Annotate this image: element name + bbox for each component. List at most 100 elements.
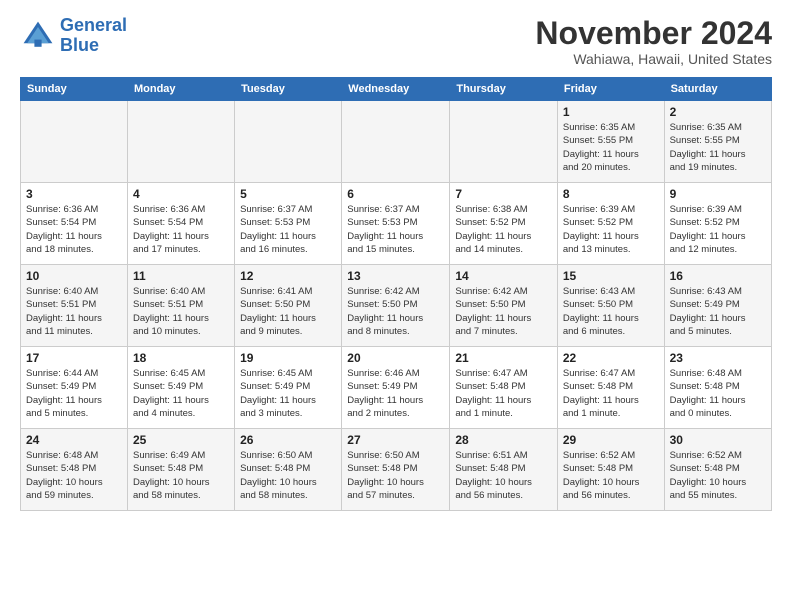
table-row: 7 Sunrise: 6:38 AM Sunset: 5:52 PM Daylig… — [450, 183, 558, 265]
logo: General Blue — [20, 16, 127, 56]
day-info: Sunrise: 6:50 AM Sunset: 5:48 PM Dayligh… — [240, 449, 336, 502]
table-row: 30 Sunrise: 6:52 AM Sunset: 5:48 PM Dayli… — [664, 429, 771, 511]
day-number: 27 — [347, 433, 444, 447]
day-number: 9 — [670, 187, 766, 201]
day-number: 15 — [563, 269, 659, 283]
day-number: 23 — [670, 351, 766, 365]
day-number: 2 — [670, 105, 766, 119]
day-number: 14 — [455, 269, 552, 283]
table-row: 22Sunrise: 6:47 AM Sunset: 5:48 PM Dayli… — [557, 347, 664, 429]
table-row: 19 Sunrise: 6:45 AM Sunset: 5:49 PM Dayli… — [235, 347, 342, 429]
table-row: 14 Sunrise: 6:42 AM Sunset: 5:50 PM Dayli… — [450, 265, 558, 347]
day-number: 16 — [670, 269, 766, 283]
day-info: Sunrise: 6:52 AM Sunset: 5:48 PM Dayligh… — [670, 449, 766, 502]
table-row: 17 Sunrise: 6:44 AM Sunset: 5:49 PM Dayli… — [21, 347, 128, 429]
col-saturday: Saturday — [664, 78, 771, 101]
calendar-week-row: 10 Sunrise: 6:40 AM Sunset: 5:51 PM Dayli… — [21, 265, 772, 347]
day-number: 20 — [347, 351, 444, 365]
day-number: 4 — [133, 187, 229, 201]
day-number: 5 — [240, 187, 336, 201]
table-row: 29 Sunrise: 6:52 AM Sunset: 5:48 PM Dayli… — [557, 429, 664, 511]
day-number: 8 — [563, 187, 659, 201]
table-row: 11 Sunrise: 6:40 AM Sunset: 5:51 PM Dayli… — [127, 265, 234, 347]
page: General Blue November 2024 Wahiawa, Hawa… — [0, 0, 792, 521]
day-number: 3 — [26, 187, 122, 201]
calendar-week-row: 17 Sunrise: 6:44 AM Sunset: 5:49 PM Dayli… — [21, 347, 772, 429]
day-info: Sunrise: 6:42 AM Sunset: 5:50 PM Dayligh… — [455, 285, 552, 338]
day-info: Sunrise: 6:36 AM Sunset: 5:54 PM Dayligh… — [26, 203, 122, 256]
day-info: Sunrise: 6:48 AM Sunset: 5:48 PM Dayligh… — [26, 449, 122, 502]
table-row — [235, 101, 342, 183]
table-row: 15 Sunrise: 6:43 AM Sunset: 5:50 PM Dayli… — [557, 265, 664, 347]
day-info: Sunrise: 6:39 AM Sunset: 5:52 PM Dayligh… — [670, 203, 766, 256]
day-number: 30 — [670, 433, 766, 447]
table-row — [342, 101, 450, 183]
col-tuesday: Tuesday — [235, 78, 342, 101]
table-row: 13Sunrise: 6:42 AM Sunset: 5:50 PM Dayli… — [342, 265, 450, 347]
location-subtitle: Wahiawa, Hawaii, United States — [535, 51, 772, 67]
day-number: 6 — [347, 187, 444, 201]
day-number: 29 — [563, 433, 659, 447]
day-info: Sunrise: 6:41 AM Sunset: 5:50 PM Dayligh… — [240, 285, 336, 338]
day-info: Sunrise: 6:36 AM Sunset: 5:54 PM Dayligh… — [133, 203, 229, 256]
calendar-week-row: 24 Sunrise: 6:48 AM Sunset: 5:48 PM Dayli… — [21, 429, 772, 511]
calendar-week-row: 3 Sunrise: 6:36 AM Sunset: 5:54 PM Daylig… — [21, 183, 772, 265]
col-thursday: Thursday — [450, 78, 558, 101]
day-info: Sunrise: 6:50 AM Sunset: 5:48 PM Dayligh… — [347, 449, 444, 502]
table-row: 20 Sunrise: 6:46 AM Sunset: 5:49 PM Dayli… — [342, 347, 450, 429]
day-info: Sunrise: 6:43 AM Sunset: 5:50 PM Dayligh… — [563, 285, 659, 338]
table-row: 26 Sunrise: 6:50 AM Sunset: 5:48 PM Dayli… — [235, 429, 342, 511]
day-number: 7 — [455, 187, 552, 201]
day-info: Sunrise: 6:52 AM Sunset: 5:48 PM Dayligh… — [563, 449, 659, 502]
table-row: 25Sunrise: 6:49 AM Sunset: 5:48 PM Dayli… — [127, 429, 234, 511]
header: General Blue November 2024 Wahiawa, Hawa… — [20, 16, 772, 67]
table-row: 27 Sunrise: 6:50 AM Sunset: 5:48 PM Dayli… — [342, 429, 450, 511]
table-row: 12 Sunrise: 6:41 AM Sunset: 5:50 PM Dayli… — [235, 265, 342, 347]
day-info: Sunrise: 6:45 AM Sunset: 5:49 PM Dayligh… — [133, 367, 229, 420]
day-info: Sunrise: 6:40 AM Sunset: 5:51 PM Dayligh… — [26, 285, 122, 338]
day-number: 18 — [133, 351, 229, 365]
day-info: Sunrise: 6:37 AM Sunset: 5:53 PM Dayligh… — [240, 203, 336, 256]
table-row: 8 Sunrise: 6:39 AM Sunset: 5:52 PM Daylig… — [557, 183, 664, 265]
table-row: 3 Sunrise: 6:36 AM Sunset: 5:54 PM Daylig… — [21, 183, 128, 265]
day-info: Sunrise: 6:48 AM Sunset: 5:48 PM Dayligh… — [670, 367, 766, 420]
day-number: 24 — [26, 433, 122, 447]
table-row: 2 Sunrise: 6:35 AM Sunset: 5:55 PM Daylig… — [664, 101, 771, 183]
table-row: 23 Sunrise: 6:48 AM Sunset: 5:48 PM Dayli… — [664, 347, 771, 429]
col-monday: Monday — [127, 78, 234, 101]
day-number: 12 — [240, 269, 336, 283]
table-row: 4 Sunrise: 6:36 AM Sunset: 5:54 PM Daylig… — [127, 183, 234, 265]
title-block: November 2024 Wahiawa, Hawaii, United St… — [535, 16, 772, 67]
table-row: 28Sunrise: 6:51 AM Sunset: 5:48 PM Dayli… — [450, 429, 558, 511]
col-friday: Friday — [557, 78, 664, 101]
day-number: 19 — [240, 351, 336, 365]
table-row: 10 Sunrise: 6:40 AM Sunset: 5:51 PM Dayli… — [21, 265, 128, 347]
logo-text: General Blue — [60, 16, 127, 56]
day-info: Sunrise: 6:40 AM Sunset: 5:51 PM Dayligh… — [133, 285, 229, 338]
table-row: 18 Sunrise: 6:45 AM Sunset: 5:49 PM Dayli… — [127, 347, 234, 429]
table-row: 16 Sunrise: 6:43 AM Sunset: 5:49 PM Dayli… — [664, 265, 771, 347]
day-info: Sunrise: 6:46 AM Sunset: 5:49 PM Dayligh… — [347, 367, 444, 420]
day-info: Sunrise: 6:45 AM Sunset: 5:49 PM Dayligh… — [240, 367, 336, 420]
calendar-week-row: 1Sunrise: 6:35 AM Sunset: 5:55 PM Daylig… — [21, 101, 772, 183]
col-wednesday: Wednesday — [342, 78, 450, 101]
day-info: Sunrise: 6:35 AM Sunset: 5:55 PM Dayligh… — [670, 121, 766, 174]
day-number: 11 — [133, 269, 229, 283]
day-info: Sunrise: 6:47 AM Sunset: 5:48 PM Dayligh… — [563, 367, 659, 420]
table-row — [450, 101, 558, 183]
day-info: Sunrise: 6:35 AM Sunset: 5:55 PM Dayligh… — [563, 121, 659, 174]
calendar-table: Sunday Monday Tuesday Wednesday Thursday… — [20, 77, 772, 511]
day-number: 10 — [26, 269, 122, 283]
day-info: Sunrise: 6:43 AM Sunset: 5:49 PM Dayligh… — [670, 285, 766, 338]
day-info: Sunrise: 6:39 AM Sunset: 5:52 PM Dayligh… — [563, 203, 659, 256]
day-number: 26 — [240, 433, 336, 447]
logo-line1: General — [60, 15, 127, 35]
day-info: Sunrise: 6:44 AM Sunset: 5:49 PM Dayligh… — [26, 367, 122, 420]
month-title: November 2024 — [535, 16, 772, 51]
day-number: 17 — [26, 351, 122, 365]
day-info: Sunrise: 6:38 AM Sunset: 5:52 PM Dayligh… — [455, 203, 552, 256]
day-number: 21 — [455, 351, 552, 365]
calendar-header-row: Sunday Monday Tuesday Wednesday Thursday… — [21, 78, 772, 101]
day-info: Sunrise: 6:49 AM Sunset: 5:48 PM Dayligh… — [133, 449, 229, 502]
table-row: 1Sunrise: 6:35 AM Sunset: 5:55 PM Daylig… — [557, 101, 664, 183]
